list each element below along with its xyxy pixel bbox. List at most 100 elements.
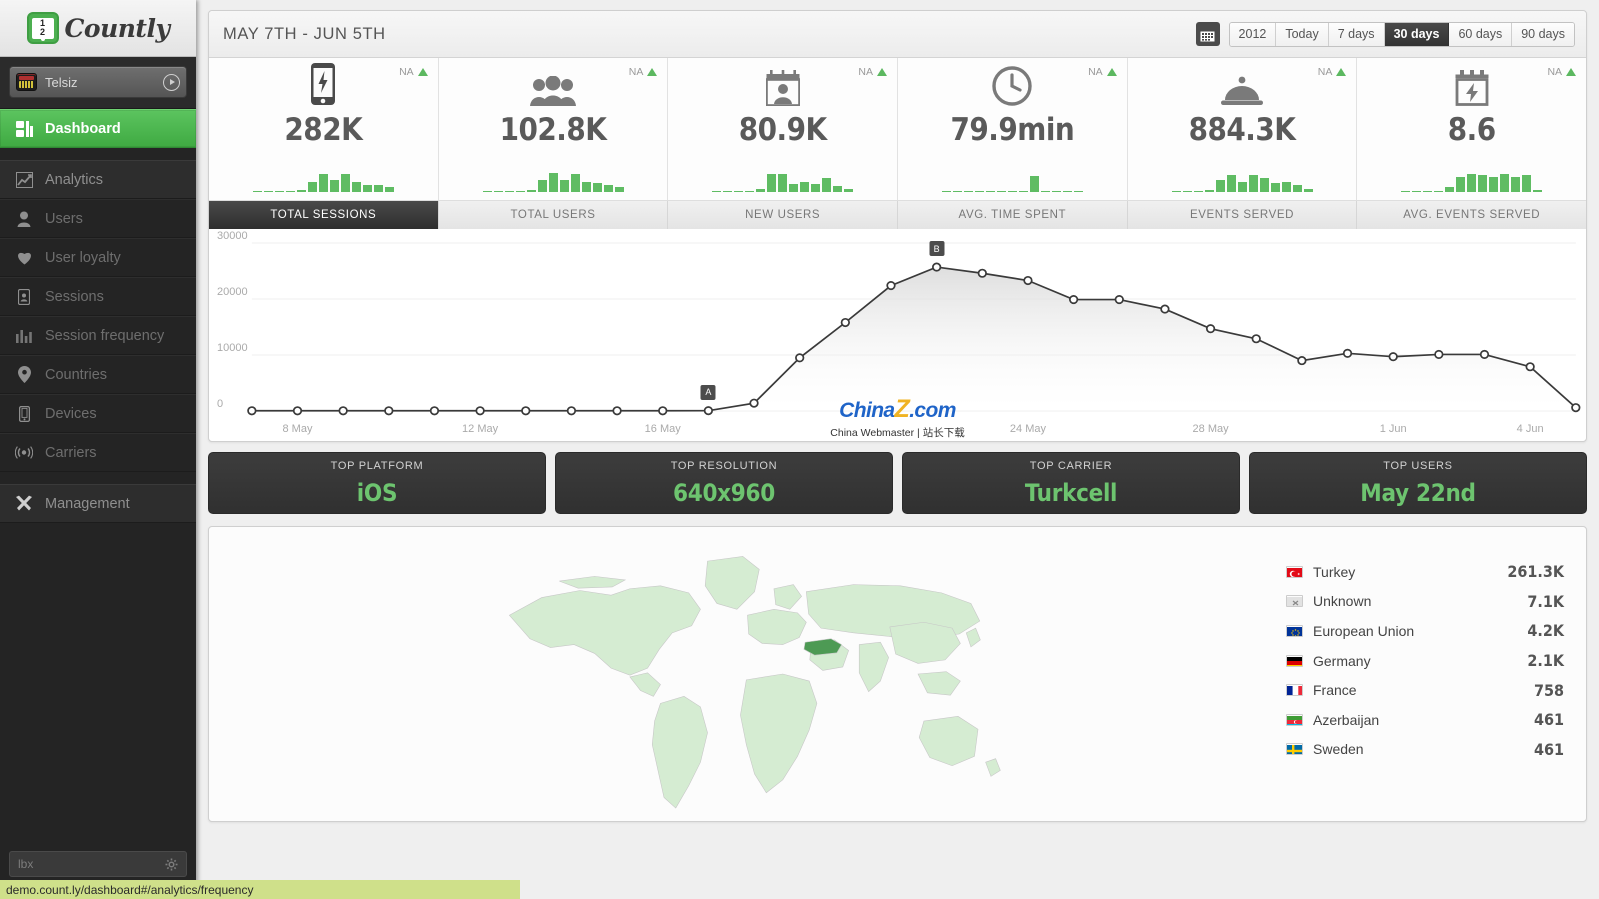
app-selector[interactable]: Telsiz [9, 66, 187, 98]
analytics-chart-icon [14, 171, 34, 188]
tab-avg-time-spent[interactable]: AVG. TIME SPENT [898, 201, 1128, 229]
country-value: 4.2K [1527, 621, 1564, 641]
tab-total-sessions[interactable]: TOTAL SESSIONS [209, 201, 439, 229]
range-button-60-days[interactable]: 60 days [1449, 22, 1513, 46]
metric-value: 8.6 [1447, 112, 1496, 148]
overview-panel: MAY 7TH - JUN 5TH 2012 Today 7 days 30 days… [208, 10, 1587, 442]
sidebar-item-carriers[interactable]: Carriers [0, 433, 196, 472]
world-map[interactable] [209, 527, 1286, 821]
sidebar-item-session-frequency[interactable]: Session frequency [0, 316, 196, 355]
sidebar-item-user-loyalty[interactable]: User loyalty [0, 238, 196, 277]
top-card-value: iOS [356, 479, 398, 507]
play-circle-icon[interactable] [163, 73, 180, 91]
trend-indicator: NA [1318, 66, 1347, 78]
country-name: Sweden [1313, 741, 1364, 758]
map-region-north-america [508, 585, 701, 676]
metric-card-total-users[interactable]: NA 102.8K [438, 58, 669, 200]
top-card-value: May 22nd [1360, 479, 1476, 507]
tab-avg-events-served[interactable]: AVG. EVENTS SERVED [1357, 201, 1587, 229]
country-row[interactable]: Sweden 461 [1286, 735, 1564, 765]
metric-cards: NA 282K NA 102.8K NA 80.9K NA 79.9min NA 884.3K NA… [209, 58, 1587, 200]
country-row[interactable]: Unknown 7.1K [1286, 587, 1564, 617]
countly-dashboard-window: 1 2 Countly Telsiz Dashboard Analytics U… [0, 0, 1599, 899]
flag-icon-az [1286, 713, 1303, 726]
tray-dome-icon [1221, 58, 1264, 110]
trend-up-icon [1106, 68, 1117, 76]
country-row[interactable]: France 758 [1286, 675, 1564, 705]
sidebar-item-sessions[interactable]: Sessions [0, 277, 196, 316]
country-row[interactable]: European Union 4.2K [1286, 616, 1564, 646]
metric-value: 79.9min [950, 112, 1075, 148]
mobile-bolt-icon [310, 58, 336, 110]
tab-events-served[interactable]: EVENTS SERVED [1127, 201, 1358, 229]
map-region-india [858, 641, 889, 693]
mobile-device-icon [14, 405, 34, 422]
top-card-top-platform[interactable]: TOP PLATFORM iOS [208, 452, 546, 514]
logo-num-bottom: 2 [39, 27, 45, 37]
sparkline [1401, 158, 1543, 192]
x-axis-tick: 1 Jun [1379, 423, 1407, 435]
metric-value: 884.3K [1188, 112, 1296, 148]
metric-card-avg-events-served[interactable]: NA 8.6 [1357, 58, 1587, 200]
sparkline [252, 158, 394, 192]
map-region-sea-islands [917, 671, 961, 696]
country-name: Azerbaijan [1313, 711, 1380, 728]
country-name: France [1313, 682, 1357, 699]
sidebar-item-label: Devices [45, 405, 97, 422]
sessions-chart[interactable]: 0 10000 20000 30000 8 May 12 May 16 May 24 May 2… [209, 229, 1586, 441]
chart-annotation-a[interactable]: A [700, 384, 716, 400]
sidebar-item-dashboard[interactable]: Dashboard [0, 109, 196, 148]
top-card-top-resolution[interactable]: TOP RESOLUTION 640x960 [555, 452, 893, 514]
sidebar-item-users[interactable]: Users [0, 199, 196, 238]
top-card-label: TOP CARRIER [1029, 460, 1113, 472]
trend-up-icon [1566, 68, 1577, 76]
x-axis-tick: 4 Jun [1516, 423, 1544, 435]
range-button-2012[interactable]: 2012 [1229, 22, 1277, 46]
map-region-nz [985, 758, 1001, 777]
tab-total-users[interactable]: TOTAL USERS [438, 201, 669, 229]
brand-name: Countly [64, 13, 171, 43]
metric-value: 282K [284, 112, 363, 148]
flag-icon-tr [1286, 565, 1303, 578]
tab-new-users[interactable]: NEW USERS [668, 201, 899, 229]
x-axis-tick: 16 May [644, 423, 681, 435]
y-axis-tick: 10000 [217, 342, 248, 354]
app-logo: 1 2 Countly [0, 0, 196, 57]
country-row[interactable]: Azerbaijan 461 [1286, 705, 1564, 735]
country-name: Turkey [1313, 563, 1356, 580]
sidebar-item-management[interactable]: Management [0, 484, 196, 523]
sidebar-footer[interactable]: lbx [9, 851, 187, 877]
calendar-icon[interactable] [1195, 22, 1220, 46]
flag-icon-de [1286, 654, 1303, 667]
top-card-top-carrier[interactable]: TOP CARRIER Turkcell [902, 452, 1240, 514]
sidebar-item-devices[interactable]: Devices [0, 394, 196, 433]
sidebar-item-countries[interactable]: Countries [0, 355, 196, 394]
country-row[interactable]: Turkey 261.3K [1286, 557, 1564, 587]
date-header: MAY 7TH - JUN 5TH 2012 Today 7 days 30 days… [209, 11, 1586, 58]
metric-card-events-served[interactable]: NA 884.3K [1127, 58, 1358, 200]
heart-icon [14, 250, 34, 265]
range-button-7-days[interactable]: 7 days [1328, 22, 1385, 46]
country-row[interactable]: Germany 2.1K [1286, 646, 1564, 676]
trend-label: NA [1317, 66, 1333, 78]
metric-card-total-sessions[interactable]: NA 282K [209, 58, 439, 200]
trend-up-icon [417, 68, 428, 76]
top-card-top-users[interactable]: TOP USERS May 22nd [1249, 452, 1587, 514]
metric-card-avg-time-spent[interactable]: NA 79.9min [898, 58, 1128, 200]
country-value: 461 [1533, 739, 1564, 759]
top-card-label: TOP RESOLUTION [670, 460, 778, 472]
top-card-label: TOP PLATFORM [330, 460, 424, 472]
trend-up-icon [647, 68, 658, 76]
map-region-china-east-asia [889, 621, 961, 664]
sidebar-item-analytics[interactable]: Analytics [0, 160, 196, 199]
chart-annotation-b[interactable]: B [929, 241, 945, 257]
gear-icon[interactable] [165, 858, 178, 871]
range-button-today[interactable]: Today [1276, 22, 1329, 46]
range-button-30-days[interactable]: 30 days [1384, 22, 1450, 46]
sidebar-item-label: Carriers [45, 444, 97, 461]
metric-card-new-users[interactable]: NA 80.9K [668, 58, 899, 200]
country-list: Turkey 261.3K Unknown 7.1K European Union 4.2… [1286, 527, 1586, 821]
dashboard-icon [14, 120, 34, 137]
range-button-90-days[interactable]: 90 days [1512, 22, 1574, 46]
map-region-canada-arctic [559, 576, 627, 589]
